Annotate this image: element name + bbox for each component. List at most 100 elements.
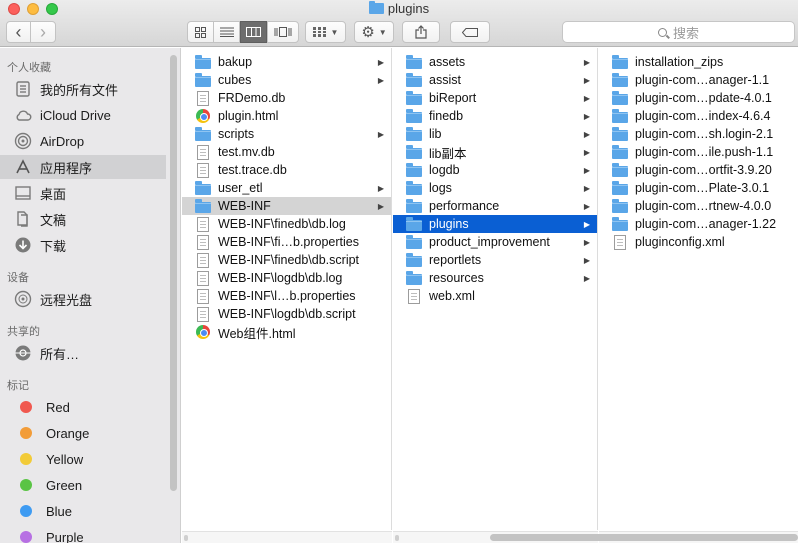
folder-row[interactable]: WEB-INF ▶ <box>182 197 391 215</box>
back-button[interactable]: ‹ <box>6 21 31 43</box>
item-name: biReport <box>429 91 477 105</box>
file-row[interactable]: pluginconfig.xml <box>599 233 798 251</box>
disclosure-arrow-icon: ▶ <box>377 75 385 85</box>
folder-icon <box>612 126 628 141</box>
folder-row[interactable]: bakup ▶ <box>182 53 391 71</box>
sidebar-item-all-my-files[interactable]: 我的所有文件 <box>0 77 166 101</box>
folder-row[interactable]: finedb ▶ <box>393 107 597 125</box>
folder-row[interactable]: plugin-com…rtnew-4.0.0 <box>599 197 798 215</box>
sidebar-item-label: 桌面 <box>40 186 67 202</box>
folder-icon <box>195 180 211 195</box>
sidebar-item-label: 我的所有文件 <box>40 82 119 98</box>
folder-row[interactable]: logdb ▶ <box>393 161 597 179</box>
action-button[interactable]: ⚙ ▼ <box>354 21 394 43</box>
sidebar-tag-red[interactable]: Red <box>0 395 166 419</box>
folder-row[interactable]: plugin-com…anager-1.22 <box>599 215 798 233</box>
chevron-down-icon: ▼ <box>330 27 339 37</box>
folder-row[interactable]: plugin-com…ile.push-1.1 <box>599 143 798 161</box>
folder-row[interactable]: plugins ▶ <box>393 215 597 233</box>
file-row[interactable]: test.trace.db <box>182 161 391 179</box>
share-button[interactable] <box>402 21 440 43</box>
column-view-button[interactable] <box>240 21 267 43</box>
sidebar-scrollbar[interactable] <box>170 55 177 491</box>
folder-row[interactable]: plugin-com…sh.login-2.1 <box>599 125 798 143</box>
arrange-button[interactable]: ▼ <box>305 21 346 43</box>
folder-row[interactable]: reportlets ▶ <box>393 251 597 269</box>
file-row[interactable]: WEB-INF\logdb\db.log <box>182 269 391 287</box>
folder-row[interactable]: plugin-com…index-4.6.4 <box>599 107 798 125</box>
file-row[interactable]: test.mv.db <box>182 143 391 161</box>
folder-row[interactable]: product_improvement ▶ <box>393 233 597 251</box>
airdrop-icon <box>14 132 32 150</box>
folder-icon <box>612 180 628 195</box>
folder-icon <box>406 270 422 285</box>
sidebar-item-label: 所有… <box>40 346 80 362</box>
list-view-button[interactable] <box>213 21 240 43</box>
file-row[interactable]: WEB-INF\l…b.properties <box>182 287 391 305</box>
folder-row[interactable]: plugin-com…ortfit-3.9.20 <box>599 161 798 179</box>
sidebar-item-all-shared[interactable]: 所有… <box>0 341 166 365</box>
folder-row[interactable]: performance ▶ <box>393 197 597 215</box>
folder-row[interactable]: logs ▶ <box>393 179 597 197</box>
sidebar-item-remote-disc[interactable]: 远程光盘 <box>0 287 166 311</box>
folder-icon <box>612 72 628 87</box>
documents-icon <box>14 210 32 228</box>
icon-view-button[interactable] <box>187 21 214 43</box>
tag-button[interactable] <box>450 21 490 43</box>
folder-row[interactable]: user_etl ▶ <box>182 179 391 197</box>
file-row[interactable]: WEB-INF\fi…b.properties <box>182 233 391 251</box>
sidebar-tag-purple[interactable]: Purple <box>0 525 166 543</box>
folder-icon <box>406 144 422 159</box>
file-row[interactable]: WEB-INF\finedb\db.log <box>182 215 391 233</box>
search-input[interactable]: 搜索 <box>562 21 795 43</box>
folder-row[interactable]: assets ▶ <box>393 53 597 71</box>
disclosure-arrow-icon: ▶ <box>583 129 591 139</box>
folder-row[interactable]: plugin-com…Plate-3.0.1 <box>599 179 798 197</box>
sidebar-item-airdrop[interactable]: AirDrop <box>0 129 166 153</box>
file-row[interactable]: FRDemo.db <box>182 89 391 107</box>
folder-row[interactable]: lib副本 ▶ <box>393 143 597 161</box>
item-name: WEB-INF\finedb\db.log <box>218 217 346 231</box>
folder-row[interactable]: cubes ▶ <box>182 71 391 89</box>
file-row[interactable]: WEB-INF\logdb\db.script <box>182 305 391 323</box>
forward-button[interactable]: › <box>30 21 56 43</box>
file-row[interactable]: WEB-INF\finedb\db.script <box>182 251 391 269</box>
folder-row[interactable]: assist ▶ <box>393 71 597 89</box>
column-1-scrollbar[interactable] <box>182 531 392 543</box>
sidebar-tag-yellow[interactable]: Yellow <box>0 447 166 471</box>
cover-flow-view-button[interactable] <box>267 21 299 43</box>
sidebar-item-documents[interactable]: 文稿 <box>0 207 166 231</box>
search-icon <box>657 27 667 37</box>
folder-icon <box>195 198 211 213</box>
item-name: reportlets <box>429 253 482 267</box>
sidebar-tag-blue[interactable]: Blue <box>0 499 166 523</box>
file-row[interactable]: Web组件.html <box>182 323 391 341</box>
tag-icon <box>462 27 478 37</box>
sidebar-tag-orange[interactable]: Orange <box>0 421 166 445</box>
sidebar-item-desktop[interactable]: 桌面 <box>0 181 166 205</box>
folder-row[interactable]: scripts ▶ <box>182 125 391 143</box>
folder-row[interactable]: biReport ▶ <box>393 89 597 107</box>
folder-icon <box>612 198 628 213</box>
file-row[interactable]: plugin.html <box>182 107 391 125</box>
horizontal-scrollbar-thumb[interactable] <box>490 534 798 541</box>
green-tag-dot-icon <box>20 479 32 491</box>
folder-row[interactable]: resources ▶ <box>393 269 597 287</box>
item-name: plugin.html <box>218 109 279 123</box>
item-name: WEB-INF\finedb\db.script <box>218 253 360 267</box>
column-1: bakup ▶ cubes ▶ FRDemo.db plugin.html scripts ▶… <box>182 48 392 530</box>
file-row[interactable]: web.xml <box>393 287 597 305</box>
item-name: product_improvement <box>429 235 550 249</box>
gear-icon: ⚙ <box>361 23 375 41</box>
sidebar-item-downloads[interactable]: 下载 <box>0 233 166 257</box>
sidebar-item-applications[interactable]: 应用程序 <box>0 155 166 179</box>
sidebar-item-icloud-drive[interactable]: iCloud Drive <box>0 103 166 127</box>
sidebar-tag-green[interactable]: Green <box>0 473 166 497</box>
folder-row[interactable]: plugin-com…anager-1.1 <box>599 71 798 89</box>
folder-row[interactable]: plugin-com…pdate-4.0.1 <box>599 89 798 107</box>
disclosure-arrow-icon: ▶ <box>583 147 591 157</box>
chevron-left-icon: ‹ <box>15 22 22 42</box>
sidebar-section-shared: 共享的 <box>7 326 40 338</box>
folder-row[interactable]: lib ▶ <box>393 125 597 143</box>
folder-row[interactable]: installation_zips <box>599 53 798 71</box>
